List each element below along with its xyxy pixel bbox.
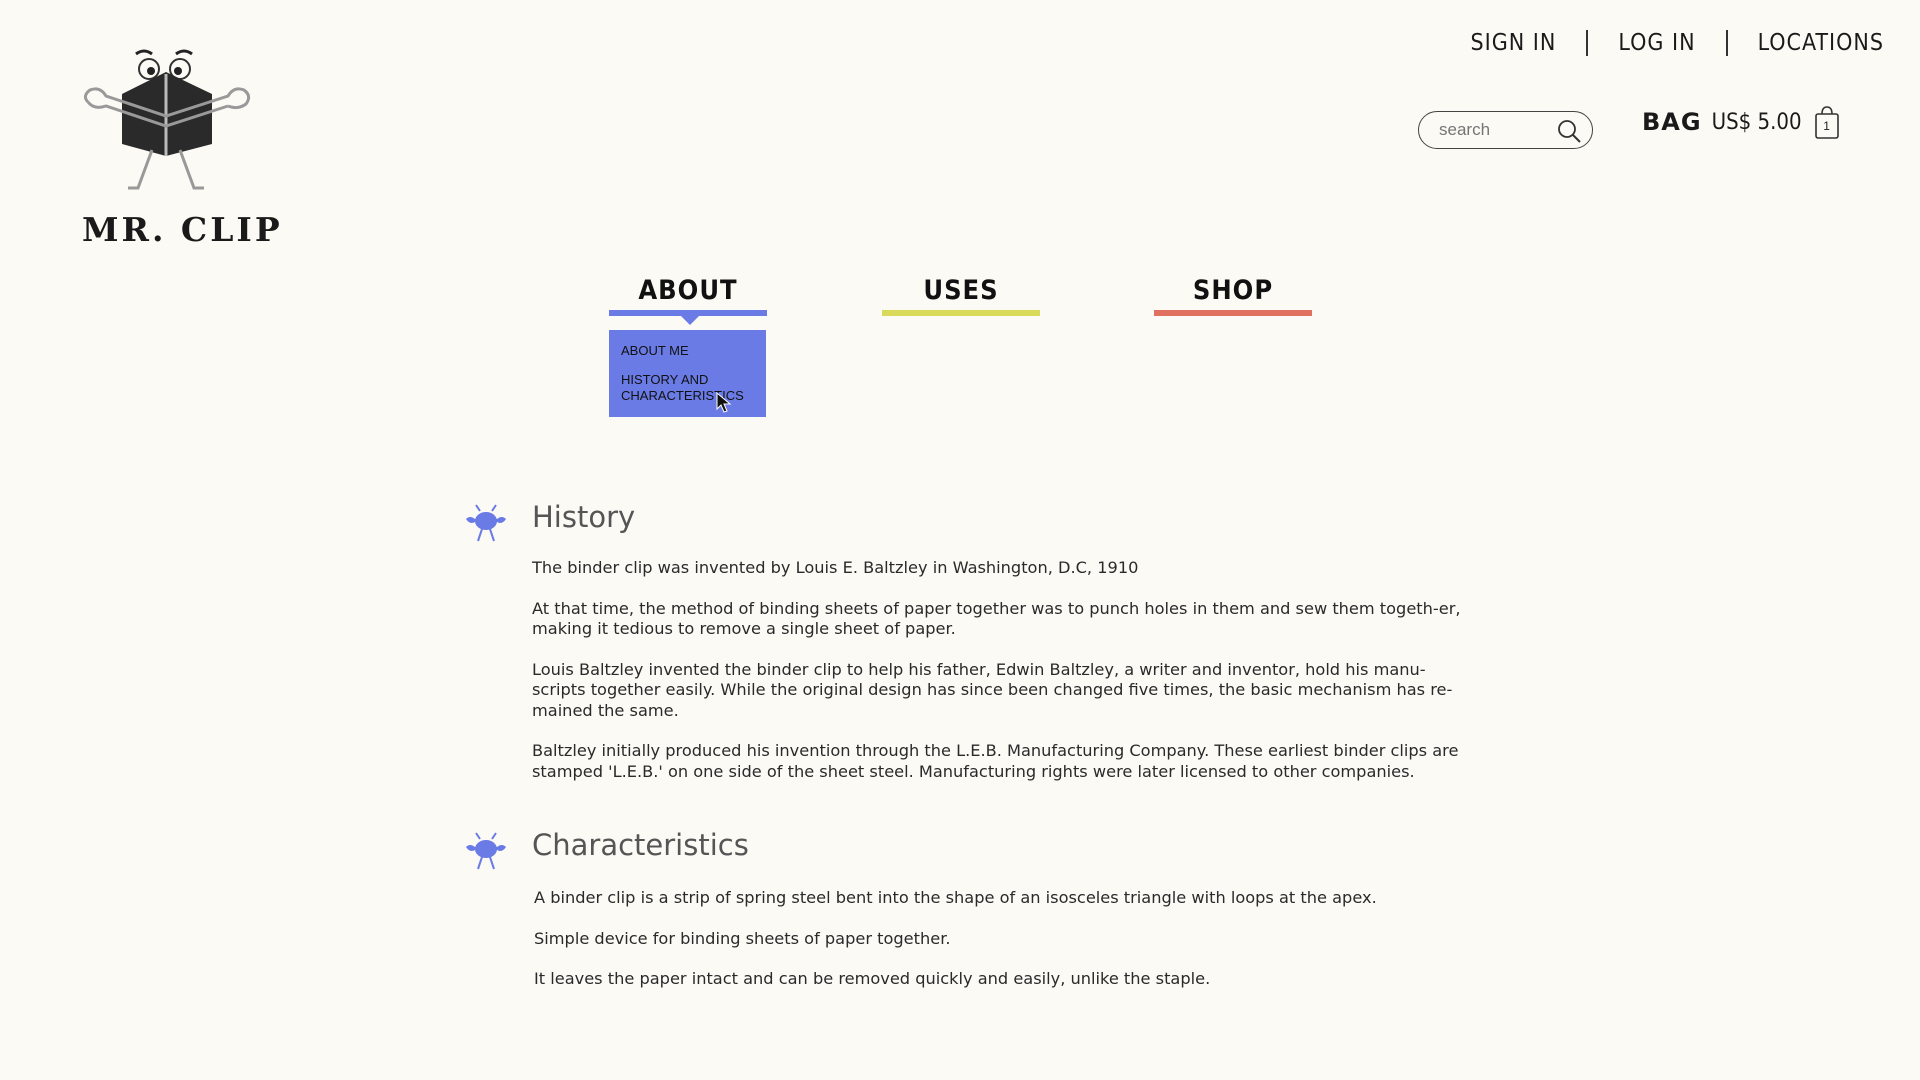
paragraph: It leaves the paper intact and can be re… <box>534 969 1211 988</box>
top-links: SIGN IN LOG IN LOCATIONS <box>1470 30 1884 56</box>
paragraph: At that time, the method of binding shee… <box>532 598 1461 639</box>
about-dropdown-menu: ABOUT ME HISTORY AND CHARACTERISTICS <box>609 330 766 417</box>
paragraph: Simple device for binding sheets of pape… <box>534 928 951 948</box>
clip-bug-icon <box>466 832 506 870</box>
paragraph: A binder clip is a strip of spring steel… <box>534 888 1377 907</box>
logo[interactable]: MR. CLIP <box>78 44 280 249</box>
paragraph: Louis Baltzley invented the binder clip … <box>532 659 1453 720</box>
clip-bug-icon <box>466 504 506 542</box>
search-icon[interactable] <box>1556 118 1582 144</box>
mr-clip-mascot-icon <box>83 49 251 190</box>
nav-shop-underline <box>1154 310 1312 316</box>
section-title: Characteristics <box>532 828 749 862</box>
paragraph: Baltzley initially produced his inventio… <box>532 741 1459 781</box>
search-input[interactable] <box>1439 120 1549 140</box>
search-box <box>1418 111 1593 149</box>
sign-in-link[interactable]: SIGN IN <box>1470 30 1556 56</box>
menu-item-history-and-characteristics[interactable]: HISTORY AND CHARACTERISTICS <box>621 372 754 404</box>
nav-uses-label: USES <box>923 275 999 306</box>
nav-shop[interactable]: SHOP <box>1154 275 1312 316</box>
paragraph: The binder clip was invented by Louis E.… <box>532 558 1139 577</box>
brand-name: MR. CLIP <box>82 210 283 249</box>
mouse-cursor-icon <box>716 392 732 413</box>
bag-label: BAG <box>1642 108 1702 136</box>
section-body: The binder clip was invented by Louis E.… <box>532 558 1464 802</box>
nav-about[interactable]: ABOUT <box>609 275 767 316</box>
separator <box>1725 30 1728 56</box>
nav-shop-label: SHOP <box>1192 275 1274 306</box>
log-in-link[interactable]: LOG IN <box>1618 30 1695 56</box>
section-body: A binder clip is a strip of spring steel… <box>534 888 1466 1010</box>
bag-icon[interactable]: 1 <box>1814 104 1840 140</box>
nav-uses[interactable]: USES <box>882 275 1040 316</box>
locations-link[interactable]: LOCATIONS <box>1758 30 1884 56</box>
section-title: History <box>532 500 636 534</box>
dropdown-caret <box>681 316 699 325</box>
bag-count: 1 <box>1823 119 1830 133</box>
separator <box>1586 30 1589 56</box>
menu-item-about-me[interactable]: ABOUT ME <box>621 343 754 359</box>
bag-total: US$ 5.00 <box>1711 109 1802 135</box>
nav-uses-underline <box>882 310 1040 316</box>
nav-about-label: ABOUT <box>638 275 738 306</box>
shopping-bag[interactable]: BAG US$ 5.00 1 <box>1642 104 1840 140</box>
